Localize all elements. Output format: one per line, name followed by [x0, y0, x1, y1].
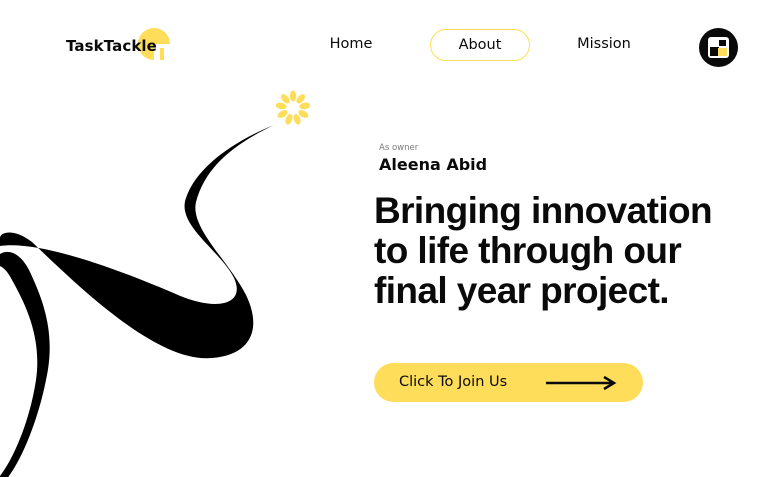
join-us-label: Click To Join Us	[399, 374, 508, 390]
sun-burst-icon	[275, 90, 311, 125]
owner-caption: As owner	[379, 143, 419, 153]
owner-name: Aleena Abid	[379, 155, 488, 174]
join-us-button[interactable]: Click To Join Us	[374, 363, 643, 402]
landing-page: TaskTackle Home About Mission As owner A…	[0, 0, 758, 477]
nav-about-link[interactable]: About	[430, 29, 530, 61]
profile-logo-icon[interactable]	[699, 28, 738, 67]
hero-headline: Bringing innovation to life through our …	[374, 190, 713, 311]
profile-glyph-icon	[708, 37, 729, 58]
black-ribbon-swirl	[0, 90, 311, 477]
brand-name: TaskTackle	[66, 37, 157, 55]
arrow-right-icon	[546, 375, 617, 391]
nav-mission-link[interactable]: Mission	[570, 28, 638, 60]
brand-logo[interactable]: TaskTackle	[66, 28, 176, 64]
nav-home-link[interactable]: Home	[320, 28, 382, 60]
